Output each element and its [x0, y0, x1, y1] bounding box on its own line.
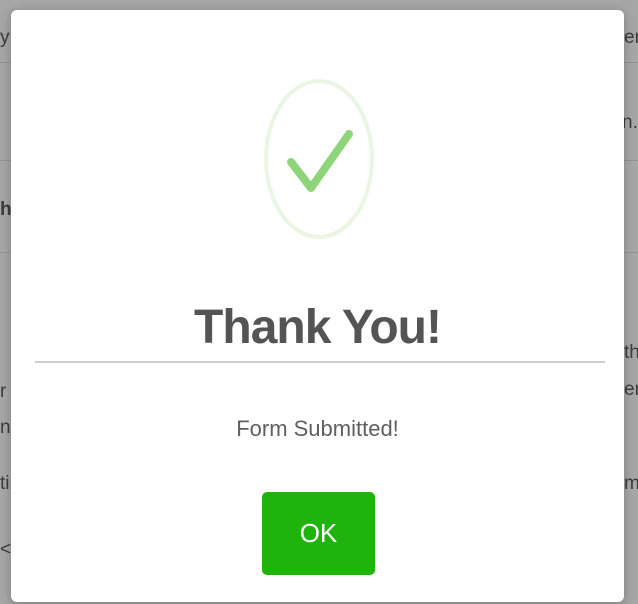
success-ring	[264, 79, 374, 239]
check-mark	[287, 130, 353, 192]
success-check-icon	[263, 78, 375, 240]
dialog-title: Thank You!	[194, 301, 442, 354]
dialog-message: Form Submitted!	[236, 416, 399, 441]
ok-button[interactable]: OK	[262, 492, 375, 575]
success-dialog: Thank You! Form Submitted! OK	[11, 10, 624, 602]
title-divider	[35, 361, 605, 363]
